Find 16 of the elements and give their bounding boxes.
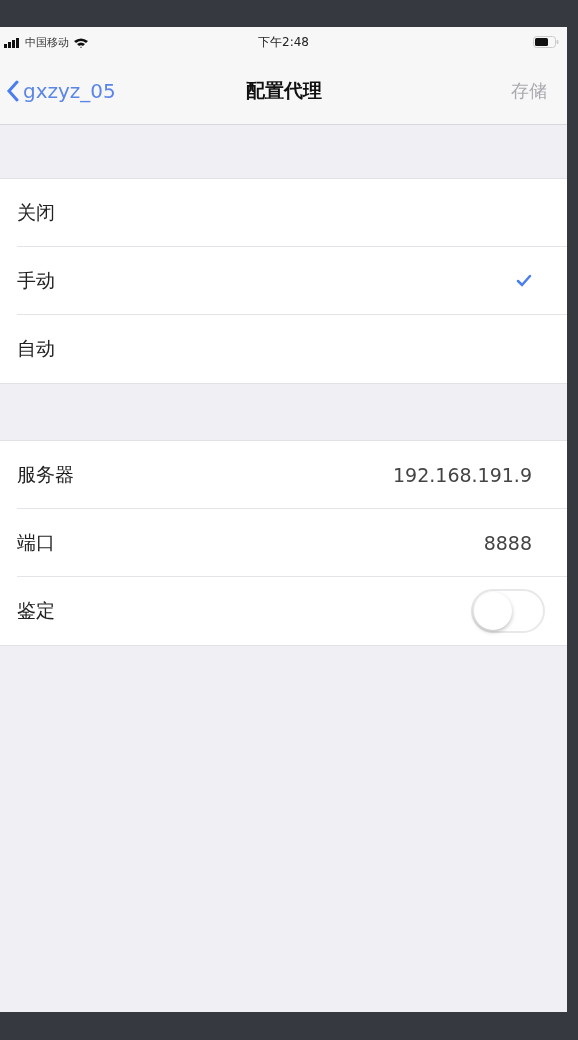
chevron-left-icon	[6, 80, 19, 102]
setting-label: 端口	[17, 529, 55, 555]
nav-title: 配置代理	[245, 78, 322, 103]
battery-icon	[533, 36, 559, 48]
mode-option[interactable]: 自动	[17, 315, 567, 383]
mode-option[interactable]: 关闭	[17, 179, 567, 247]
status-time: 下午2:48	[258, 34, 309, 51]
setting-value[interactable]: 192.168.191.9	[393, 463, 532, 486]
toggle-switch[interactable]	[471, 589, 545, 633]
wifi-icon	[74, 37, 88, 48]
signal-icon	[4, 37, 20, 48]
mode-option[interactable]: 手动	[17, 247, 567, 315]
setting-label: 服务器	[17, 461, 74, 487]
setting-label: 鉴定	[17, 598, 55, 623]
carrier-name: 中国移动	[25, 35, 69, 50]
setting-value[interactable]: 8888	[483, 531, 532, 554]
